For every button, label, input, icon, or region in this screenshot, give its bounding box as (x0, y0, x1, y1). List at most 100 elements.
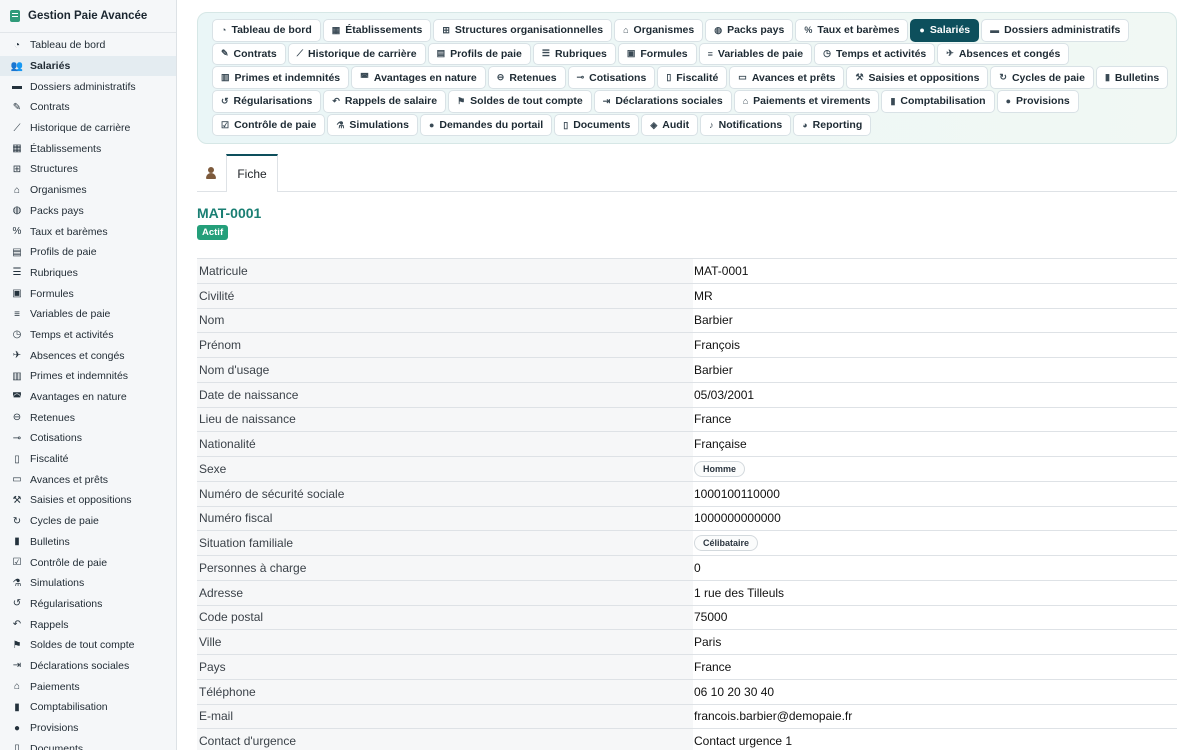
sidebar-item[interactable]: ◚ Avantages en nature (0, 387, 176, 408)
module-tab[interactable]: ● Provisions (996, 90, 1079, 113)
module-tab[interactable]: ≡ Variables de paie (698, 42, 813, 66)
module-tab[interactable]: ⌂ Organismes (614, 19, 704, 42)
sidebar-item[interactable]: ⚒ Saisies et oppositions (0, 490, 176, 511)
sidebar-item[interactable]: ⊞ Structures (0, 159, 176, 180)
module-tab[interactable]: ● Demandes du portail (419, 113, 553, 137)
sidebar-item[interactable]: ▮ Bulletins (0, 532, 176, 553)
sidebar-item[interactable]: ☰ Rubriques (0, 263, 176, 284)
module-tab[interactable]: ✎ Contrats (212, 42, 286, 66)
module-tab[interactable]: ▯ Fiscalité (657, 66, 728, 89)
module-tab[interactable]: ▭ Avances et prêts (729, 66, 845, 89)
field-value: MAT-0001 (694, 263, 749, 278)
module-tab[interactable]: ◔ Tableau de bord (212, 19, 321, 42)
module-tab[interactable]: ▬ Dossiers administratifs (981, 19, 1130, 42)
sidebar-item-label: Historique de carrière (30, 122, 131, 135)
module-tab[interactable]: ▣ Formules (617, 42, 697, 66)
record-subtabs: Fiche (197, 154, 1177, 192)
module-tab[interactable]: ◚ Avantages en nature (351, 66, 486, 89)
list-icon: ☰ (541, 48, 550, 59)
sidebar-item[interactable]: ◷ Temps et activités (0, 325, 176, 346)
module-tab-label: Taux et barèmes (817, 24, 900, 37)
module-tab[interactable]: ♪ Notifications (700, 113, 792, 137)
module-tab[interactable]: ↶ Rappels de salaire (323, 90, 447, 113)
user-icon: ● (919, 25, 925, 36)
sidebar-item-label: Variables de paie (30, 308, 111, 321)
sidebar-item[interactable]: ◔ Tableau de bord (0, 35, 176, 56)
sidebar-item[interactable]: ↻ Cycles de paie (0, 511, 176, 532)
sidebar-item[interactable]: ⊸ Cotisations (0, 428, 176, 449)
module-tab-label: Primes et indemnités (234, 71, 341, 84)
module-tab[interactable]: ⇥ Déclarations sociales (593, 90, 732, 113)
module-tab-label: Contrats (233, 47, 277, 60)
module-tab[interactable]: ⌂ Paiements et virements (733, 90, 880, 113)
sidebar-item[interactable]: ⚑ Soldes de tout compte (0, 635, 176, 656)
module-tab[interactable]: ▮ Bulletins (1095, 66, 1169, 89)
module-tab[interactable]: ▤ Profils de paie (427, 42, 531, 66)
sidebar-item[interactable]: ▮ Comptabilisation (0, 697, 176, 718)
sidebar-item[interactable]: ▬ Dossiers administratifs (0, 76, 176, 97)
sidebar-item[interactable]: ⌂ Organismes (0, 180, 176, 201)
module-tab[interactable]: ◍ Packs pays (705, 19, 794, 42)
sidebar-item[interactable]: ▭ Avances et prêts (0, 469, 176, 490)
module-tab[interactable]: ▥ Primes et indemnités (212, 66, 350, 89)
module-tab[interactable]: ✈ Absences et congés (937, 42, 1070, 66)
sidebar-item[interactable]: ☑ Contrôle de paie (0, 552, 176, 573)
percent-icon: % (804, 25, 813, 36)
sidebar-item[interactable]: ⚗ Simulations (0, 573, 176, 594)
sidebar-item[interactable]: ⊖ Retenues (0, 407, 176, 428)
folder-icon: ▬ (990, 25, 1000, 36)
sidebar-item-label: Taux et barèmes (30, 225, 108, 238)
sidebar-item[interactable]: ↶ Rappels (0, 614, 176, 635)
module-tab[interactable]: ⟋ Historique de carrière (287, 42, 426, 66)
module-tab[interactable]: ⊞ Structures organisationnelles (433, 19, 613, 42)
sidebar-item[interactable]: ↺ Régularisations (0, 594, 176, 615)
module-tab[interactable]: ◷ Temps et activités (814, 42, 936, 66)
sidebar-item[interactable]: ● Provisions (0, 718, 176, 739)
tab-fiche[interactable]: Fiche (226, 154, 278, 192)
module-tab[interactable]: ▦ Établissements (322, 19, 432, 42)
module-tab[interactable]: ▮ Comptabilisation (881, 90, 995, 113)
plane-icon: ✈ (12, 350, 22, 362)
field-value-pill: Célibataire (694, 535, 759, 552)
detail-row: Nationalité Française (197, 432, 1177, 457)
sidebar-item[interactable]: ✎ Contrats (0, 97, 176, 118)
detail-row: Lieu de naissance France (197, 407, 1177, 433)
module-tab[interactable]: ▯ Documents (554, 113, 640, 137)
field-value: MR (694, 288, 713, 303)
module-tab[interactable]: ● Salariés (910, 19, 980, 42)
sitemap-icon: ⊞ (442, 24, 450, 35)
module-tab[interactable]: ↺ Régularisations (212, 90, 322, 113)
sidebar-item[interactable]: ⇥ Déclarations sociales (0, 656, 176, 677)
sidebar-item[interactable]: % Taux et barèmes (0, 221, 176, 242)
sidebar-item-label: Établissements (30, 142, 102, 155)
sidebar-item[interactable]: ▯ Documents (0, 738, 176, 750)
detail-row: Ville Paris (197, 630, 1177, 655)
sidebar-item[interactable]: ▦ Établissements (0, 138, 176, 159)
field-label: Adresse (197, 580, 693, 605)
sidebar-item[interactable]: ▯ Fiscalité (0, 449, 176, 470)
module-tab[interactable]: ◕ Reporting (793, 113, 872, 137)
sidebar-item[interactable]: ▤ Profils de paie (0, 242, 176, 263)
module-tab[interactable]: % Taux et barèmes (795, 19, 909, 42)
module-tab[interactable]: ↻ Cycles de paie (990, 66, 1094, 89)
file-signature-icon: ✎ (221, 48, 229, 59)
module-tab[interactable]: ⚑ Soldes de tout compte (448, 90, 592, 113)
sidebar-item[interactable]: 👥 Salariés (0, 55, 176, 77)
sidebar-item[interactable]: ◍ Packs pays (0, 201, 176, 222)
subtab-user[interactable] (197, 154, 225, 191)
sidebar-item[interactable]: ⟋ Historique de carrière (0, 118, 176, 139)
module-tab[interactable]: ⚒ Saisies et oppositions (846, 66, 989, 89)
sidebar-item[interactable]: ≡ Variables de paie (0, 304, 176, 325)
module-tab[interactable]: ⊸ Cotisations (567, 66, 656, 89)
sidebar-item[interactable]: ✈ Absences et congés (0, 345, 176, 366)
sidebar-item[interactable]: ▥ Primes et indemnités (0, 366, 176, 387)
module-tab[interactable]: ⚗ Simulations (327, 113, 418, 137)
module-tab[interactable]: ☰ Rubriques (532, 42, 616, 66)
field-label: Lieu de naissance (197, 407, 693, 432)
sidebar-item[interactable]: ⌂ Paiements (0, 676, 176, 697)
module-tab[interactable]: ☑ Contrôle de paie (212, 113, 326, 137)
app-brand[interactable]: Gestion Paie Avancée (0, 0, 176, 33)
module-tab[interactable]: ⊖ Retenues (487, 66, 566, 89)
module-tab[interactable]: ◈ Audit (641, 113, 699, 137)
sidebar-item[interactable]: ▣ Formules (0, 283, 176, 304)
